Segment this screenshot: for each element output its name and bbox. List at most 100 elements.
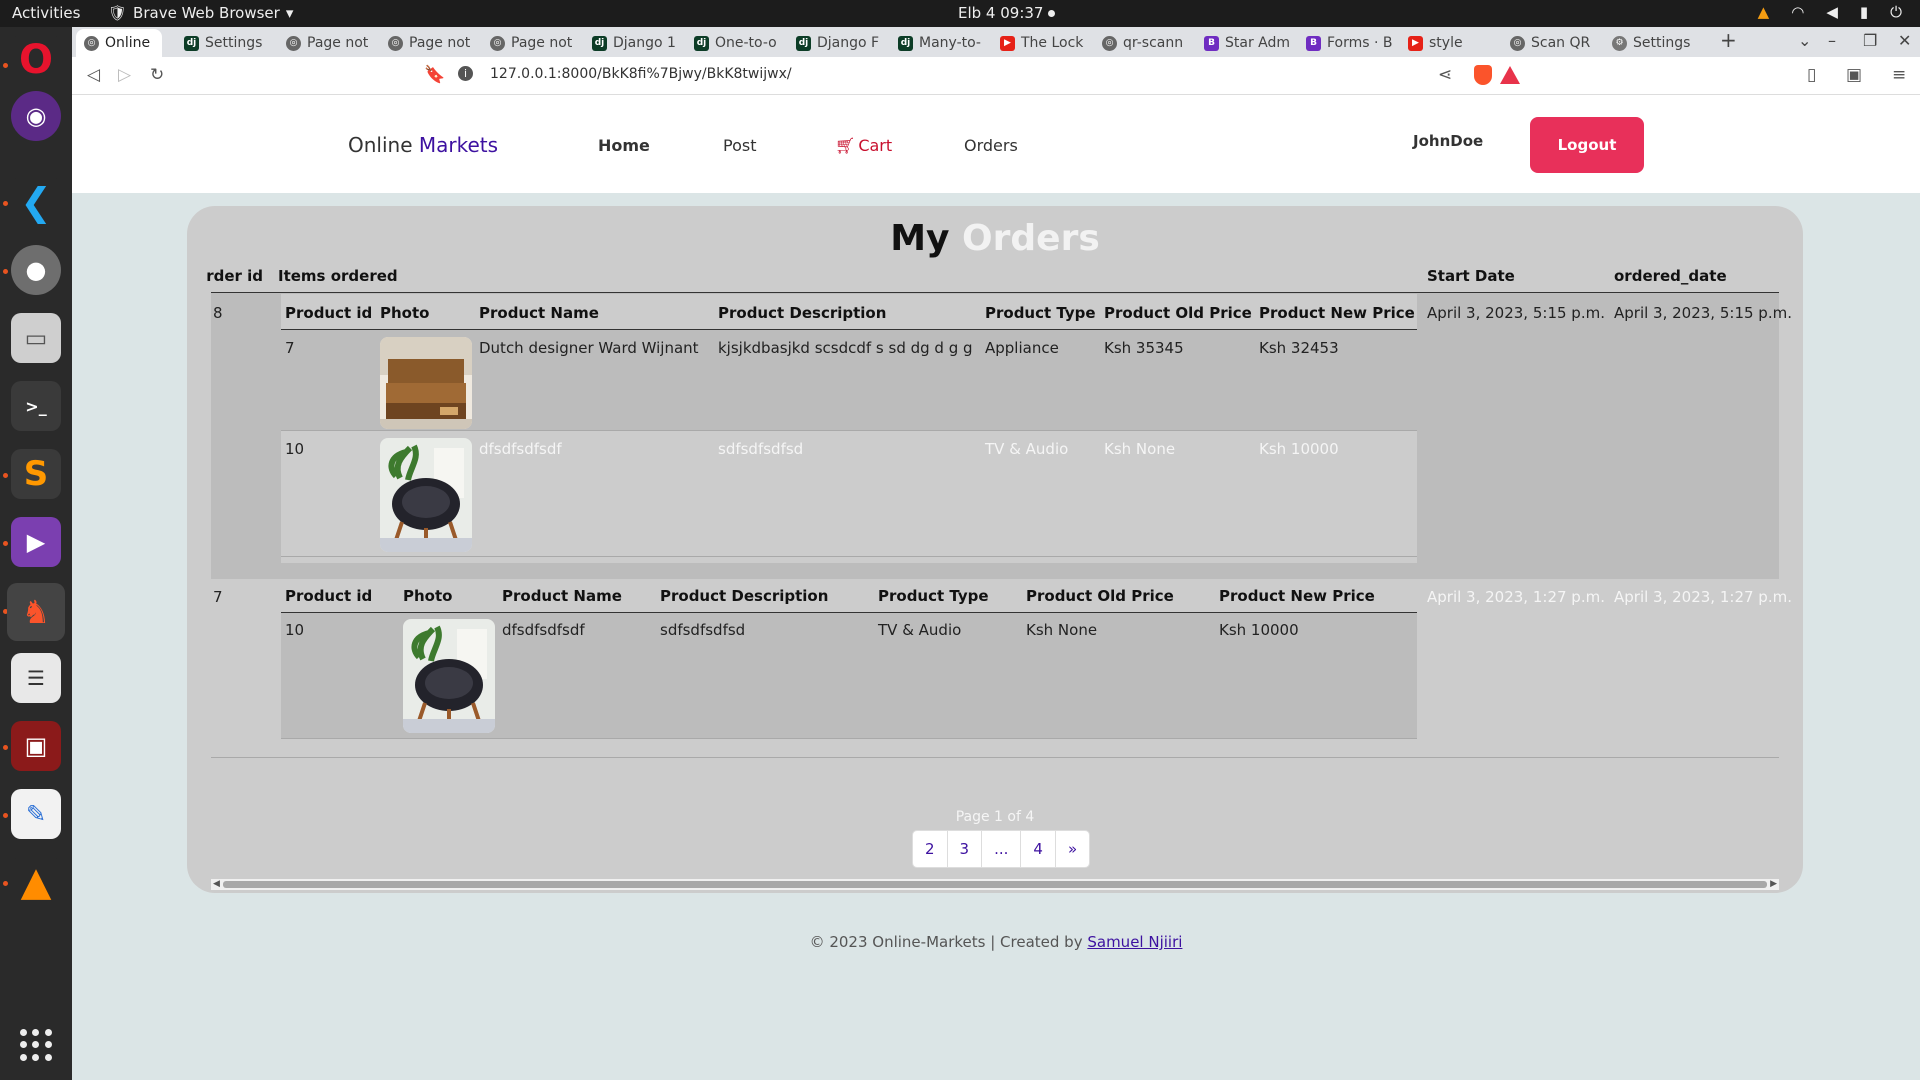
- item-header-product-id: Product id: [285, 587, 373, 605]
- page-link-2[interactable]: 2: [913, 831, 948, 867]
- tab-page-not-found[interactable]: ◎ Page not: [482, 29, 578, 57]
- item-header-new-price: Product New Price: [1259, 304, 1415, 322]
- item-header-name: Product Name: [502, 587, 622, 605]
- item-product-type: Appliance: [985, 339, 1059, 357]
- scroll-right-icon[interactable]: ▶: [1770, 879, 1777, 890]
- address-bar: ◁ ▷ ↻ 🔖 i 127.0.0.1:8000/BkK8fi%7Bjwy/Bk…: [72, 57, 1920, 95]
- screen-recorder-icon[interactable]: ▣: [11, 721, 61, 771]
- wallet-icon[interactable]: ▣: [1846, 65, 1862, 85]
- globe-icon: ◎: [286, 35, 301, 51]
- row-divider: [281, 556, 1417, 557]
- tab-scan-qr[interactable]: ◎ Scan QR: [1502, 29, 1598, 57]
- tab-search-chevron-icon[interactable]: ⌄: [1798, 31, 1811, 50]
- nav-home[interactable]: Home: [598, 136, 650, 155]
- tab-star-admin[interactable]: B Star Adm: [1196, 29, 1292, 57]
- podcast-app-icon[interactable]: ◉: [11, 91, 61, 141]
- tab-online-markets[interactable]: ◎ Online: [76, 29, 162, 57]
- tab-settings-django[interactable]: dj Settings: [176, 29, 272, 57]
- app-name: Brave Web Browser: [133, 4, 280, 22]
- page-link-4[interactable]: 4: [1021, 831, 1056, 867]
- new-tab-icon[interactable]: +: [1720, 28, 1737, 52]
- tab-style[interactable]: ▶ style: [1400, 29, 1496, 57]
- logout-button[interactable]: Logout: [1530, 117, 1644, 173]
- files-icon[interactable]: ▭: [11, 313, 61, 363]
- horizontal-scrollbar[interactable]: ◀ ▶: [211, 879, 1779, 890]
- scroll-left-icon[interactable]: ◀: [213, 879, 220, 890]
- menu-icon[interactable]: ≡: [1892, 65, 1906, 85]
- item-header-photo: Photo: [403, 587, 453, 605]
- running-indicator-icon: [3, 269, 8, 274]
- brave-shields-icon[interactable]: [1474, 65, 1492, 85]
- restore-icon[interactable]: ❐: [1863, 31, 1877, 50]
- title-part2: Orders: [962, 218, 1100, 259]
- page-link-ellipsis[interactable]: ...: [982, 831, 1022, 867]
- youtube-icon: ▶: [1000, 35, 1015, 51]
- nav-cart[interactable]: 🛒︎ Cart: [835, 136, 892, 155]
- minimize-icon[interactable]: –: [1828, 31, 1836, 50]
- close-icon[interactable]: ✕: [1898, 31, 1911, 50]
- item-product-type: TV & Audio: [985, 440, 1069, 458]
- item-header-name: Product Name: [479, 304, 599, 322]
- tab-django-f[interactable]: dj Django F: [788, 29, 884, 57]
- vlc-icon[interactable]: ▲: [11, 857, 61, 907]
- back-icon[interactable]: ◁: [87, 65, 100, 85]
- sidebar-icon[interactable]: ▯: [1807, 65, 1816, 85]
- tab-label: Page not: [511, 35, 573, 51]
- item-header-old-price: Product Old Price: [1104, 304, 1252, 322]
- sublime-text-icon[interactable]: S: [11, 449, 61, 499]
- reload-icon[interactable]: ↻: [150, 65, 164, 85]
- tab-page-not-found[interactable]: ◎ Page not: [380, 29, 476, 57]
- item-product-name: dfsdfsdfsdf: [479, 440, 562, 458]
- header-start-date: Start Date: [1427, 267, 1515, 285]
- scrollbar-thumb[interactable]: [223, 881, 1767, 888]
- show-applications-icon[interactable]: [20, 1029, 52, 1061]
- app-menu[interactable]: 🛡 Brave Web Browser ▾: [108, 4, 293, 22]
- tab-qr-scanner[interactable]: ◎ qr-scann: [1094, 29, 1190, 57]
- video-player-icon[interactable]: ▶: [11, 517, 61, 567]
- cart-icon: 🛒︎: [835, 136, 856, 155]
- chair-photo: [403, 619, 495, 733]
- text-editor-icon[interactable]: ✎: [11, 789, 61, 839]
- share-icon[interactable]: ⋖: [1438, 65, 1452, 85]
- item-header-photo: Photo: [380, 304, 430, 322]
- nav-post[interactable]: Post: [723, 136, 756, 155]
- username[interactable]: JohnDoe: [1413, 132, 1483, 150]
- brave-browser-icon[interactable]: ♞: [7, 583, 65, 641]
- tab-label: Django 1: [613, 35, 676, 51]
- brave-shield-icon: 🛡: [108, 4, 128, 22]
- bootstrap-icon: B: [1306, 35, 1321, 51]
- footer-author-link[interactable]: Samuel Njiiri: [1087, 933, 1182, 951]
- vscode-icon[interactable]: ❮: [11, 177, 61, 227]
- nav-orders[interactable]: Orders: [964, 136, 1018, 155]
- tab-settings[interactable]: ⚙ Settings: [1604, 29, 1700, 57]
- clock[interactable]: Elb 4 09:37: [958, 4, 1043, 22]
- tab-page-not-found[interactable]: ◎ Page not: [278, 29, 374, 57]
- github-icon[interactable]: ●: [11, 245, 61, 295]
- forward-icon[interactable]: ▷: [118, 65, 131, 85]
- order-start-date: April 3, 2023, 1:27 p.m.: [1427, 588, 1605, 606]
- terminal-icon[interactable]: >_: [11, 381, 61, 431]
- tab-many-to-many[interactable]: dj Many-to-: [890, 29, 986, 57]
- site-brand[interactable]: Online Markets: [348, 133, 498, 157]
- opera-icon[interactable]: O: [11, 35, 61, 85]
- item-product-description: kjsjkdbasjkd scsdcdf s sd dg d g g: [718, 339, 973, 357]
- tab-django[interactable]: dj Django 1: [584, 29, 680, 57]
- brave-rewards-icon[interactable]: [1500, 66, 1520, 84]
- footer: © 2023 Online-Markets | Created by Samue…: [72, 933, 1920, 951]
- page-link-next[interactable]: »: [1056, 831, 1089, 867]
- bootstrap-icon: B: [1204, 35, 1219, 51]
- tab-forms-bootstrap[interactable]: B Forms · B: [1298, 29, 1394, 57]
- activities-button[interactable]: Activities: [12, 4, 80, 22]
- system-top-bar: Activities 🛡 Brave Web Browser ▾ Elb 4 0…: [0, 0, 1920, 27]
- document-viewer-icon[interactable]: ☰: [11, 653, 61, 703]
- tab-one-to-one[interactable]: dj One-to-o: [686, 29, 782, 57]
- page-link-3[interactable]: 3: [948, 831, 983, 867]
- bookmark-icon[interactable]: 🔖: [424, 65, 445, 85]
- url-input[interactable]: i 127.0.0.1:8000/BkK8fi%7Bjwy/BkK8twijwx…: [452, 62, 1602, 90]
- tab-the-lock[interactable]: ▶ The Lock: [992, 29, 1088, 57]
- running-indicator-icon: [3, 745, 8, 750]
- site-info-icon[interactable]: i: [458, 66, 473, 81]
- tab-label: Online: [105, 35, 151, 51]
- running-indicator-icon: [3, 541, 8, 546]
- system-tray[interactable]: ▲ ◠ ◀ ▮ ⏻: [1758, 3, 1902, 21]
